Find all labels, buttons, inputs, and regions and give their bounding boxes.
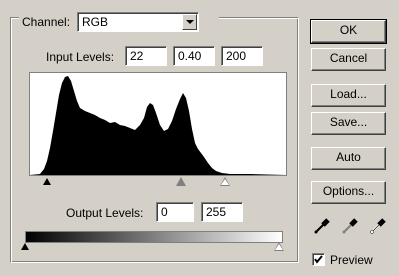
histogram-shape	[30, 76, 286, 175]
options-button[interactable]: Options...	[311, 181, 386, 204]
channel-select[interactable]: RGB	[77, 12, 199, 32]
histogram	[29, 72, 287, 176]
cancel-button[interactable]: Cancel	[311, 48, 386, 71]
white-point-eyedropper-icon[interactable]	[369, 217, 387, 235]
load-button[interactable]: Load...	[311, 84, 386, 107]
auto-button[interactable]: Auto	[311, 147, 386, 170]
input-white-point-handle[interactable]	[221, 179, 229, 185]
checkmark-icon	[314, 255, 323, 264]
output-black-field[interactable]: 0	[156, 202, 194, 222]
channel-label: Channel:	[22, 15, 71, 29]
input-gamma-field[interactable]: 0.40	[173, 46, 215, 66]
chevron-down-icon[interactable]	[182, 14, 197, 30]
input-black-field[interactable]: 22	[125, 46, 167, 66]
input-white-field[interactable]: 200	[221, 46, 263, 66]
histogram-graph	[30, 76, 286, 175]
output-gradient-bar	[25, 231, 283, 243]
black-point-eyedropper-icon[interactable]	[313, 217, 331, 235]
output-black-point-handle[interactable]	[21, 243, 29, 250]
output-white-point-handle[interactable]	[275, 244, 283, 250]
input-black-point-handle[interactable]	[43, 178, 51, 185]
output-levels-label: Output Levels:	[66, 206, 144, 220]
preview-label[interactable]: Preview	[330, 253, 373, 267]
gray-point-eyedropper-icon[interactable]	[341, 217, 359, 235]
input-gamma-handle[interactable]	[177, 179, 185, 185]
preview-checkbox[interactable]	[312, 253, 325, 266]
input-levels-label: Input Levels:	[46, 50, 115, 64]
channel-select-value: RGB	[82, 15, 109, 29]
input-slider[interactable]	[28, 176, 288, 188]
output-white-field[interactable]: 255	[201, 202, 243, 222]
ok-button[interactable]: OK	[310, 19, 387, 44]
save-button[interactable]: Save...	[311, 112, 386, 135]
